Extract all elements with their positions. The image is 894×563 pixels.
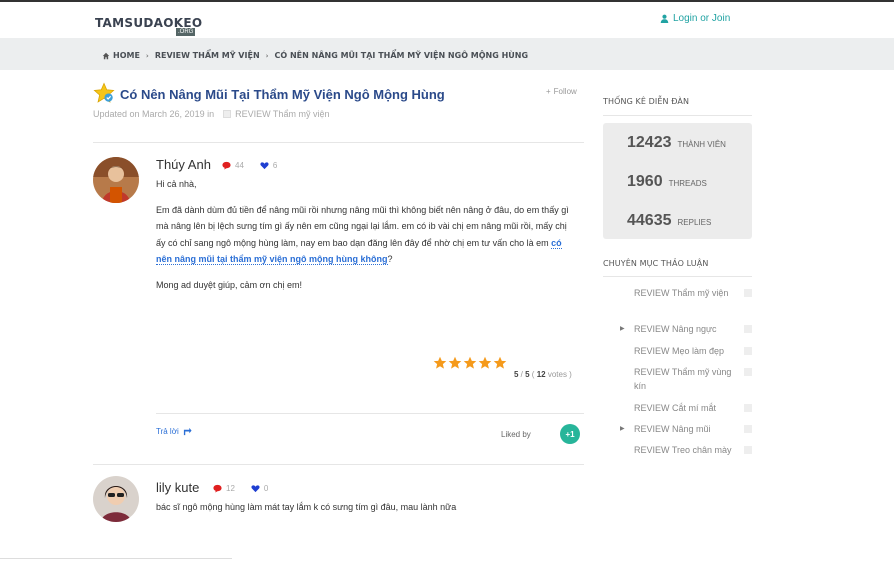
post-paragraph: Hi cả nhà, [156,179,197,189]
header-divider [93,142,584,143]
login-label: Login or Join [673,13,731,24]
site-header: TAMSUDAOKEO .ORG Login or Join [0,2,894,38]
category-label: REVIEW Nâng mũi [634,424,711,434]
featured-star-icon [93,82,115,103]
rating-max: 5 [525,370,530,379]
home-icon [102,52,110,59]
reply-icon [183,427,192,436]
plus-one-button[interactable]: +1 [560,424,580,444]
thread-title[interactable]: Có Nên Nâng Mũi Tại Thẩm Mỹ Viện Ngô Mộn… [120,87,445,102]
stat-threads: 1960 THREADS [627,173,707,191]
avatar[interactable] [93,476,139,522]
follow-button[interactable]: + Follow [546,87,577,96]
breadcrumb-category[interactable]: REVIEW THẨM MỸ VIỆN [155,51,260,60]
updated-date: Updated on March 26, 2019 in [93,109,215,119]
category-label: REVIEW Thẩm mỹ vùng kín [634,367,732,391]
breadcrumb-separator: › [145,51,149,60]
category-color-box [744,404,752,412]
category-label: REVIEW Treo chân mày [634,445,732,455]
comment-icon [222,161,231,170]
post-stats: 44 6 [222,161,277,170]
post-paragraph-text: Em đã dành dùm đủ tiền để nâng mũi rồi n… [156,204,569,248]
stat-members: 12423 THÀNH VIÊN [627,134,726,152]
caret-right-icon: ▶ [620,426,625,432]
site-logo-suffix: .ORG [176,28,196,36]
avatar-image [93,476,139,522]
category-label: REVIEW Nâng ngực [634,324,717,334]
post-paragraph: Em đã dành dùm đủ tiền để nâng mũi rồi n… [156,202,576,268]
stat-label: REPLIES [677,218,712,227]
forum-stats-heading: THỐNG KÊ DIỄN ĐÀN [603,97,690,106]
breadcrumb-bar: HOME › REVIEW THẨM MỸ VIỆN › CÓ NÊN NÂNG… [0,38,894,70]
category-label: REVIEW Cắt mí mắt [634,403,717,413]
stat-value: 1960 [627,173,663,190]
category-color-box [744,425,752,433]
category-color-box [744,289,752,297]
caret-right-icon: ▶ [620,326,625,332]
liked-by-label: Liked by [501,430,531,439]
comment-icon [213,484,222,493]
post-divider [93,464,584,465]
stat-value: 12423 [627,134,672,151]
category-color-box [744,347,752,355]
star-icon[interactable] [478,356,492,370]
category-label: REVIEW Thẩm mỹ viện [634,288,729,298]
rating-votes: 12 [536,370,546,379]
breadcrumb: HOME › REVIEW THẨM MỸ VIỆN › CÓ NÊN NÂNG… [102,51,528,60]
category-label: REVIEW Mẹo làm đẹp [634,346,725,356]
breadcrumb-current[interactable]: CÓ NÊN NÂNG MŨI TẠI THẨM MỸ VIỆN NGÔ MỘN… [275,51,529,60]
rating-score: 5 [514,370,519,379]
stat-label: THÀNH VIÊN [677,140,726,149]
page-bottom-border [0,558,232,559]
heart-icon [251,485,260,493]
post-author[interactable]: lily kute [156,480,199,495]
sidebar-divider [603,276,752,277]
rating-summary: 5 / 5 ( 12 votes ) [514,370,572,379]
comment-count: 44 [235,161,244,170]
star-icon[interactable] [433,356,447,370]
post-paragraph: Mong ad duyệt giúp, cảm ơn chị em! [156,279,302,290]
post-body: bác sĩ ngô mộng hùng làm mát tay lắm k c… [156,502,457,512]
post-footer-divider [156,413,584,414]
star-icon[interactable] [448,356,462,370]
stat-replies: 44635 REPLIES [627,212,711,230]
avatar-image [93,157,139,203]
sidebar-divider [603,115,752,116]
category-color-box [744,325,752,333]
reply-label: Trả lời [156,427,179,436]
reply-button[interactable]: Trả lời [156,427,192,436]
post-paragraph-end: ? [387,254,393,264]
forum-stats-box: 12423 THÀNH VIÊN 1960 THREADS 44635 REPL… [603,123,752,239]
categories-heading: CHUYÊN MỤC THẢO LUẬN [603,259,709,268]
stat-value: 44635 [627,212,672,229]
star-rating[interactable] [433,356,507,370]
like-count: 0 [263,484,269,493]
avatar[interactable] [93,157,139,203]
star-icon[interactable] [463,356,477,370]
plus-icon: + [546,87,551,96]
breadcrumb-home[interactable]: HOME [113,51,140,60]
star-icon[interactable] [493,356,507,370]
category-color-box [744,446,752,454]
stat-label: THREADS [668,179,707,188]
user-icon [660,14,669,23]
post-stats: 12 0 [213,484,268,493]
rating-votes-label: votes [547,370,567,379]
category-color-box [744,368,752,376]
thread-meta: Updated on March 26, 2019 in REVIEW Thẩm… [93,109,329,119]
heart-icon [260,162,269,170]
follow-label: Follow [553,87,577,96]
login-link[interactable]: Login or Join [660,13,730,24]
post-author[interactable]: Thúy Anh [156,157,211,172]
comment-count: 12 [226,484,235,493]
post-body: Hi cả nhà, Em đã dành dùm đủ tiền để nân… [156,176,576,293]
thread-category-link[interactable]: REVIEW Thẩm mỹ viện [235,109,329,119]
category-color-box [223,110,232,118]
like-count: 6 [272,161,278,170]
breadcrumb-separator: › [265,51,269,60]
